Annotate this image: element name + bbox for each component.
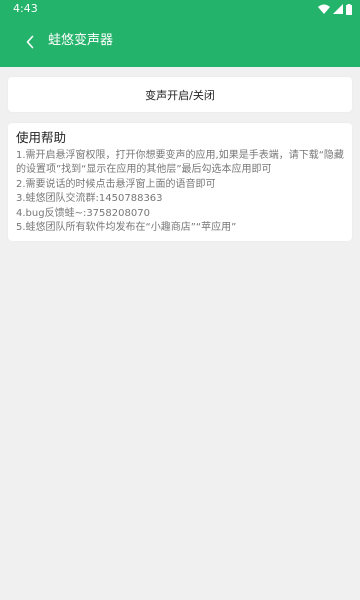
help-line: 2.需要说话的时候点击悬浮窗上面的语音即可: [16, 178, 216, 190]
battery-icon: [346, 3, 352, 15]
help-line: 3.蛙悠团队交流群:1450788363: [16, 193, 163, 205]
help-line: 4.bug反馈蛙~:3758208070: [16, 207, 150, 219]
help-card: 使用帮助 1.需开启悬浮窗权限，打开你想要变声的应用,如果是手表端，请下载“隐藏…: [8, 123, 352, 241]
toggle-label: 变声开启/关闭: [145, 88, 215, 102]
signal-icon: [333, 4, 343, 14]
wifi-icon: [318, 4, 330, 14]
voice-change-toggle-button[interactable]: 变声开启/关闭: [8, 77, 352, 112]
status-icons: [318, 3, 352, 15]
status-time: 4:43: [13, 2, 38, 15]
chevron-left-icon: [26, 35, 34, 49]
back-button[interactable]: [20, 32, 40, 52]
help-line: 1.需开启悬浮窗权限，打开你想要变声的应用,如果是手表端，请下载“隐藏的设置项”…: [16, 150, 344, 176]
help-content: 1.需开启悬浮窗权限，打开你想要变声的应用,如果是手表端，请下载“隐藏的设置项”…: [16, 149, 346, 235]
help-line: 5.蛙悠团队所有软件均发布在“小趣商店”“苹应用”: [16, 222, 237, 234]
app-header: 4:43 蛙悠变声器: [0, 0, 360, 67]
help-title: 使用帮助: [16, 130, 67, 145]
page-title: 蛙悠变声器: [48, 33, 114, 48]
